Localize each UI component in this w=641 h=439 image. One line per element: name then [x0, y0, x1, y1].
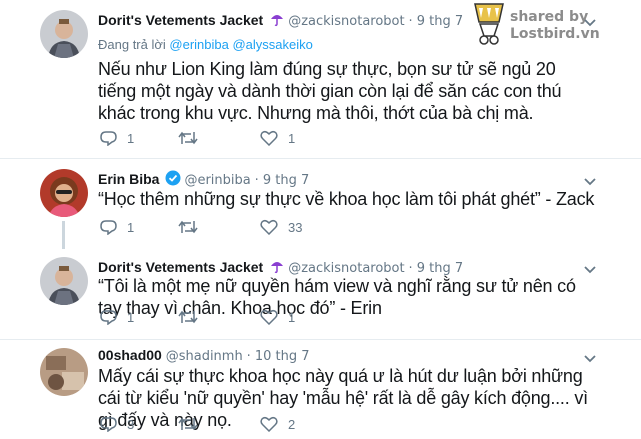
tweet-text: Mấy cái sự thực khoa học này quá ư là hú… [98, 366, 588, 430]
tweet-2[interactable]: Erin Biba @erinbiba · 9 thg 7 “Học thêm n… [0, 159, 641, 249]
tweet-1[interactable]: Dorit's Vetements Jacket @zackisnotarobot… [0, 0, 641, 158]
like-count: 1 [288, 130, 296, 146]
chevron-down-icon[interactable] [583, 351, 597, 363]
reply-link-alyssakeiko[interactable]: @alyssakeiko [232, 37, 312, 52]
purple-umbrella-icon [269, 11, 285, 30]
retweet-button[interactable] [178, 130, 198, 146]
tweet-time[interactable]: · 9 thg 7 [255, 173, 310, 188]
author-handle[interactable]: @zackisnotarobot [288, 261, 404, 276]
like-button[interactable]: 2 [260, 416, 295, 432]
tweet-text: “Tôi là một mẹ nữ quyền hám view và nghĩ… [98, 276, 576, 318]
retweet-icon [178, 310, 198, 324]
retweet-button[interactable] [178, 416, 198, 432]
avatar[interactable] [40, 348, 88, 396]
retweet-icon [178, 417, 198, 431]
reply-button[interactable]: 1 [100, 219, 134, 235]
retweet-button[interactable] [178, 309, 198, 325]
author-handle[interactable]: @shadinmh [166, 349, 243, 364]
reply-count: 1 [127, 219, 135, 235]
reply-link-erinbiba[interactable]: @erinbiba [169, 37, 228, 52]
reply-count: 3 [127, 416, 135, 432]
retweet-icon [178, 131, 198, 145]
like-count: 33 [288, 219, 303, 235]
chevron-down-icon[interactable] [583, 15, 597, 27]
heart-icon [260, 219, 278, 235]
tweet-time[interactable]: · 10 thg 7 [247, 349, 310, 364]
like-count: 1 [288, 309, 296, 325]
like-button[interactable]: 33 [260, 219, 302, 235]
author-name[interactable]: 00shad00 [98, 347, 162, 363]
tweet-3[interactable]: Dorit's Vetements Jacket @zackisnotarobot… [0, 249, 641, 339]
reply-button[interactable]: 1 [100, 130, 134, 146]
reply-button[interactable]: 3 [100, 416, 134, 432]
tweet-header: Dorit's Vetements Jacket @zackisnotarobot… [98, 11, 463, 30]
tweet-text: Nếu như Lion King làm đúng sự thực, bọn … [98, 59, 562, 123]
reply-icon [100, 131, 117, 146]
author-name[interactable]: Dorit's Vetements Jacket [98, 12, 263, 28]
tweet-header: 00shad00 @shadinmh · 10 thg 7 [98, 347, 310, 364]
tweet-text: “Học thêm những sự thực về khoa học làm … [98, 189, 595, 209]
tweet-time[interactable]: · 9 thg 7 [409, 14, 464, 29]
retweet-icon [178, 220, 198, 234]
chevron-down-icon[interactable] [583, 174, 597, 186]
tweet-4[interactable]: 00shad00 @shadinmh · 10 thg 7 Mấy cái sự… [0, 340, 641, 439]
avatar[interactable] [40, 10, 88, 58]
heart-icon [260, 416, 278, 432]
tweet-time[interactable]: · 9 thg 7 [409, 261, 464, 276]
reply-button[interactable]: 1 [100, 309, 134, 325]
avatar[interactable] [40, 257, 88, 305]
replying-to: Đang trả lời @erinbiba @alyssakeiko [98, 37, 313, 52]
author-handle[interactable]: @erinbiba [184, 173, 250, 188]
reply-icon [100, 310, 117, 325]
reply-icon [100, 417, 117, 432]
author-name[interactable]: Erin Biba [98, 171, 159, 187]
like-button[interactable]: 1 [260, 309, 295, 325]
author-name[interactable]: Dorit's Vetements Jacket [98, 259, 263, 275]
author-handle[interactable]: @zackisnotarobot [288, 14, 404, 29]
verified-icon [165, 170, 181, 189]
heart-icon [260, 309, 278, 325]
chevron-down-icon[interactable] [583, 262, 597, 274]
tweet-header: Erin Biba @erinbiba · 9 thg 7 [98, 170, 309, 189]
like-button[interactable]: 1 [260, 130, 295, 146]
retweet-button[interactable] [178, 219, 198, 235]
replying-to-label: Đang trả lời [98, 37, 166, 52]
reply-icon [100, 220, 117, 235]
reply-count: 1 [127, 309, 135, 325]
like-count: 2 [288, 416, 296, 432]
heart-icon [260, 130, 278, 146]
avatar[interactable] [40, 169, 88, 217]
thread-line [62, 221, 65, 249]
reply-count: 1 [127, 130, 135, 146]
